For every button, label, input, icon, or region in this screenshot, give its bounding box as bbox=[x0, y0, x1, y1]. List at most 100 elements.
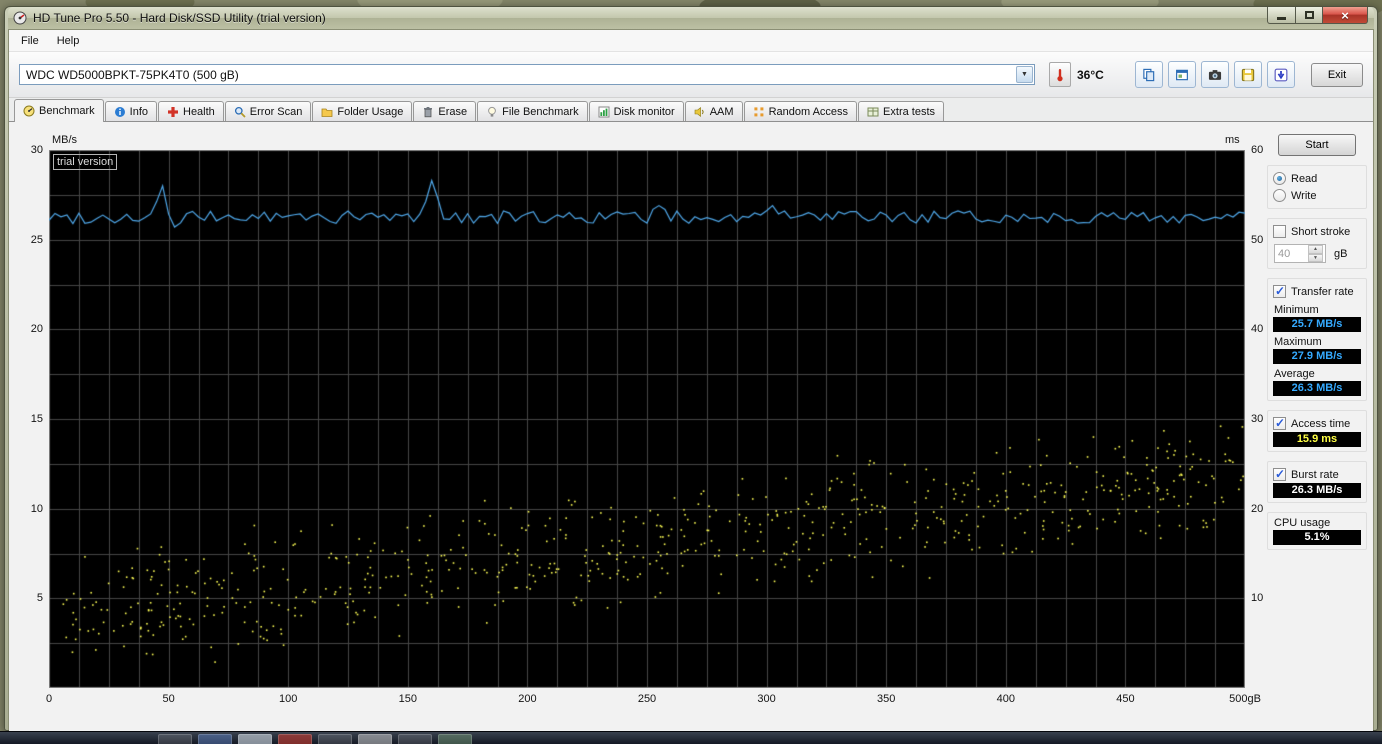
left-axis-tick: 30 bbox=[30, 144, 43, 156]
copy-text-button[interactable] bbox=[1135, 61, 1163, 88]
short-stroke-input[interactable] bbox=[1275, 245, 1308, 262]
title-bar[interactable]: HD Tune Pro 5.50 - Hard Disk/SSD Utility… bbox=[8, 7, 1374, 29]
tab-disk-monitor[interactable]: Disk monitor bbox=[588, 101, 684, 121]
camera-icon bbox=[1208, 68, 1222, 82]
spin-down-icon[interactable]: ▼ bbox=[1308, 253, 1323, 262]
checkbox-icon bbox=[1273, 284, 1286, 298]
close-button[interactable]: × bbox=[1323, 7, 1368, 24]
temperature-value: 36°C bbox=[1077, 67, 1104, 82]
tab-extra-tests[interactable]: Extra tests bbox=[858, 101, 945, 121]
temperature-button[interactable] bbox=[1049, 62, 1071, 87]
x-axis-tick: 50 bbox=[162, 693, 175, 705]
spinner: ▲ ▼ bbox=[1308, 245, 1323, 262]
minimum-label: Minimum bbox=[1274, 304, 1319, 316]
x-axis-tick: 150 bbox=[398, 693, 417, 705]
short-stroke-stepper[interactable]: ▲ ▼ bbox=[1274, 244, 1326, 263]
burst-rate-value: 26.3 MB/s bbox=[1273, 483, 1361, 498]
chart-area: trial version Start Read Write Short str… bbox=[9, 122, 1373, 731]
average-label: Average bbox=[1274, 368, 1315, 380]
tab-aam[interactable]: AAM bbox=[684, 101, 743, 121]
health-icon bbox=[167, 106, 179, 118]
write-label: Write bbox=[1291, 189, 1317, 202]
window-title: HD Tune Pro 5.50 - Hard Disk/SSD Utility… bbox=[33, 11, 326, 25]
tab-health[interactable]: Health bbox=[158, 101, 224, 121]
transfer-rate-checkbox[interactable]: Transfer rate bbox=[1273, 283, 1361, 300]
menu-bar: File Help bbox=[9, 30, 1373, 52]
x-axis-tick: 400 bbox=[996, 693, 1015, 705]
save-icon bbox=[1241, 68, 1255, 82]
taskbar-item[interactable] bbox=[358, 734, 392, 744]
app-icon bbox=[13, 11, 27, 25]
aam-icon bbox=[694, 106, 706, 118]
burst-rate-label: Burst rate bbox=[1291, 468, 1339, 481]
start-button[interactable]: Start bbox=[1278, 134, 1356, 156]
toolbar-buttons bbox=[1135, 61, 1295, 88]
left-axis-tick: 10 bbox=[30, 502, 43, 515]
right-axis-tick: 20 bbox=[1251, 502, 1264, 515]
access-time-label: Access time bbox=[1291, 417, 1351, 430]
disk-monitor-icon bbox=[598, 106, 610, 118]
short-stroke-group: Short stroke ▲ ▼ gB bbox=[1267, 218, 1367, 269]
left-axis-unit: MB/s bbox=[52, 134, 78, 146]
benchmark-icon bbox=[23, 105, 35, 117]
drive-select-value: WDC WD5000BPKT-75PK4T0 (500 gB) bbox=[26, 67, 239, 82]
right-axis-tick: 50 bbox=[1251, 233, 1264, 246]
save-button[interactable] bbox=[1234, 61, 1262, 88]
menu-file[interactable]: File bbox=[12, 32, 48, 50]
burst-rate-checkbox[interactable]: Burst rate bbox=[1273, 466, 1361, 483]
tab-benchmark[interactable]: Benchmark bbox=[14, 99, 104, 122]
short-stroke-checkbox[interactable]: Short stroke bbox=[1273, 223, 1361, 240]
x-axis-tick: 250 bbox=[637, 693, 657, 705]
taskbar-item[interactable] bbox=[158, 734, 192, 744]
access-time-group: Access time 15.9 ms bbox=[1267, 410, 1367, 452]
taskbar-item[interactable] bbox=[238, 734, 272, 744]
tab-file-benchmark[interactable]: File Benchmark bbox=[477, 101, 588, 121]
taskbar-item[interactable] bbox=[438, 734, 472, 744]
tab-erase[interactable]: Erase bbox=[413, 101, 477, 121]
right-axis-tick: 30 bbox=[1251, 413, 1264, 425]
maximum-value: 27.9 MB/s bbox=[1273, 349, 1361, 364]
left-axis-tick: 5 bbox=[36, 592, 43, 605]
read-label: Read bbox=[1291, 172, 1318, 185]
tab-error-scan[interactable]: Error Scan bbox=[224, 101, 312, 121]
tab-info[interactable]: Info bbox=[104, 101, 157, 121]
folder-usage-icon bbox=[321, 106, 333, 118]
read-radio[interactable]: Read bbox=[1273, 170, 1361, 187]
download-button[interactable] bbox=[1267, 61, 1295, 88]
taskbar[interactable] bbox=[0, 731, 1382, 744]
copy-text-icon bbox=[1142, 68, 1156, 82]
taskbar-item[interactable] bbox=[398, 734, 432, 744]
erase-icon bbox=[422, 106, 434, 118]
taskbar-item[interactable] bbox=[278, 734, 312, 744]
camera-button[interactable] bbox=[1201, 61, 1229, 88]
access-time-checkbox[interactable]: Access time bbox=[1273, 415, 1361, 432]
left-axis-tick: 20 bbox=[30, 323, 43, 336]
right-axis-tick: 10 bbox=[1251, 592, 1264, 605]
close-icon: × bbox=[1341, 7, 1349, 23]
copy-image-button[interactable] bbox=[1168, 61, 1196, 88]
maximize-icon bbox=[1304, 11, 1314, 19]
maximize-button[interactable] bbox=[1296, 7, 1323, 24]
tab-random-access[interactable]: Random Access bbox=[743, 101, 858, 121]
trial-watermark: trial version bbox=[53, 154, 118, 170]
taskbar-item[interactable] bbox=[198, 734, 232, 744]
taskbar-item[interactable] bbox=[318, 734, 352, 744]
minimize-button[interactable] bbox=[1267, 7, 1296, 24]
file-benchmark-icon bbox=[486, 106, 498, 118]
x-axis-tick: 100 bbox=[279, 693, 298, 705]
spin-up-icon[interactable]: ▲ bbox=[1308, 245, 1323, 254]
random-access-icon bbox=[753, 106, 765, 118]
tab-strip: Benchmark Info Health Error Scan Folder Usag… bbox=[9, 98, 1373, 122]
average-value: 26.3 MB/s bbox=[1273, 381, 1361, 396]
left-axis-tick: 25 bbox=[30, 233, 43, 246]
exit-button[interactable]: Exit bbox=[1311, 62, 1363, 87]
short-stroke-label: Short stroke bbox=[1291, 225, 1351, 238]
menu-help[interactable]: Help bbox=[48, 32, 89, 50]
x-axis-tick: 350 bbox=[877, 693, 896, 705]
chevron-down-icon[interactable]: ▼ bbox=[1016, 66, 1033, 83]
radio-icon bbox=[1273, 172, 1286, 185]
cpu-usage-label: CPU usage bbox=[1274, 517, 1331, 529]
drive-select[interactable]: WDC WD5000BPKT-75PK4T0 (500 gB) ▼ bbox=[19, 64, 1035, 85]
write-radio[interactable]: Write bbox=[1273, 187, 1361, 204]
tab-folder-usage[interactable]: Folder Usage bbox=[312, 101, 413, 121]
